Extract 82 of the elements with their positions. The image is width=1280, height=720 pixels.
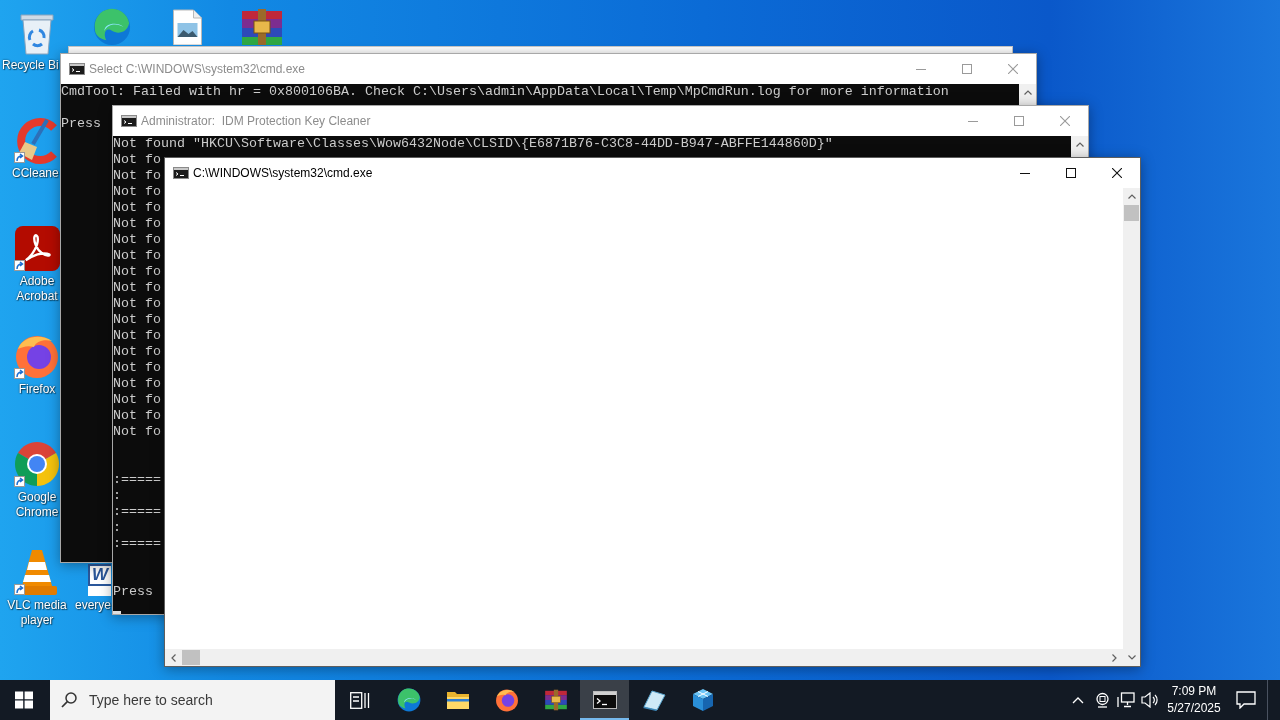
console-line: Not fo bbox=[113, 344, 161, 359]
windows-logo-icon bbox=[15, 691, 33, 709]
window-title: C:\WINDOWS\system32\cmd.exe bbox=[193, 166, 374, 180]
search-icon bbox=[61, 692, 77, 708]
console-icon bbox=[69, 63, 85, 75]
console-icon bbox=[121, 115, 137, 127]
clock-date[interactable]: 5/27/2025 bbox=[1167, 700, 1221, 717]
segmented-circle-icon[interactable] bbox=[13, 440, 61, 488]
console-line: Not fo bbox=[113, 376, 161, 391]
desktop-icon-label[interactable]: Recycle Bi bbox=[2, 58, 59, 73]
desktop-icon-label[interactable]: CCleane bbox=[12, 166, 59, 181]
scroll-up-icon[interactable] bbox=[1127, 194, 1136, 199]
window-title: Select C:\WINDOWS\system32\cmd.exe bbox=[89, 62, 307, 76]
webcam-icon[interactable] bbox=[1094, 692, 1110, 708]
close-icon bbox=[1008, 64, 1018, 74]
vertical-scrollbar[interactable] bbox=[1123, 188, 1140, 666]
scroll-down-icon[interactable] bbox=[1127, 655, 1136, 660]
chevron-up-icon[interactable] bbox=[1072, 696, 1084, 704]
books-archive-icon bbox=[542, 689, 569, 711]
console-line: Not fo bbox=[113, 152, 161, 167]
desktop-icon-label[interactable]: everye bbox=[75, 598, 112, 613]
console-line: Not fo bbox=[113, 296, 161, 311]
console-line: Not fo bbox=[113, 264, 161, 279]
console-line: Not fo bbox=[113, 392, 161, 407]
console-line: Not fo bbox=[113, 328, 161, 343]
maximize-icon bbox=[1014, 116, 1024, 126]
console-icon bbox=[173, 167, 189, 179]
minimize-icon bbox=[916, 68, 926, 70]
network-icon[interactable] bbox=[1117, 692, 1135, 708]
console-line: Not fo bbox=[113, 168, 161, 183]
console-line: : bbox=[113, 520, 121, 535]
console-line: Press bbox=[61, 116, 101, 131]
console-line: Not fo bbox=[113, 216, 161, 231]
console-line: Not fo bbox=[113, 248, 161, 263]
cube-icon bbox=[691, 688, 714, 712]
console-line: Not fo bbox=[113, 200, 161, 215]
close-icon bbox=[1112, 168, 1122, 178]
desktop-icon-label[interactable]: Google Chrome bbox=[15, 490, 59, 520]
image-file-icon[interactable] bbox=[171, 9, 203, 45]
console-line: :===== bbox=[113, 472, 161, 487]
terminal-icon bbox=[592, 691, 617, 709]
console-line: Not found "HKCU\Software\Classes\Wow6432Node\CLSID\{E6871B76-C3C8-44DD-B947-ABFFE144860D}" bbox=[113, 136, 833, 151]
maximize-icon bbox=[962, 64, 972, 74]
console-line: Press bbox=[113, 584, 153, 599]
speaker-icon[interactable] bbox=[1141, 692, 1159, 708]
horizontal-scrollbar[interactable] bbox=[165, 649, 1123, 666]
disc-ring-icon bbox=[494, 688, 519, 712]
scroll-up-icon[interactable] bbox=[1023, 90, 1032, 95]
scrollbar-thumb[interactable] bbox=[1124, 205, 1139, 221]
tilted-sheet-icon bbox=[641, 689, 666, 711]
desktop-icon-label[interactable]: Firefox bbox=[18, 382, 56, 397]
console-line: :===== bbox=[113, 536, 161, 551]
console-line: : bbox=[113, 488, 121, 503]
console-line: Not fo bbox=[113, 232, 161, 247]
console-line: CmdTool: Failed with hr = 0x800106BA. Check C:\Users\admin\AppData\Local\Temp\MpCmdRun.log for more information bbox=[61, 84, 949, 99]
console-line: Not fo bbox=[113, 408, 161, 423]
console-line: Not fo bbox=[113, 424, 161, 439]
folder-icon bbox=[445, 690, 470, 710]
scroll-right-icon[interactable] bbox=[1112, 653, 1117, 662]
task-view-icon bbox=[349, 691, 370, 709]
pdf-icon[interactable] bbox=[14, 225, 60, 271]
minimize-icon bbox=[1020, 172, 1030, 174]
console-line: Not fo bbox=[113, 360, 161, 375]
console-line: :===== bbox=[113, 504, 161, 519]
minimize-icon bbox=[968, 120, 978, 122]
window-title: Administrator: IDM Protection Key Cleaner bbox=[141, 114, 372, 128]
maximize-icon bbox=[1066, 168, 1076, 178]
disc-ring-icon[interactable] bbox=[14, 333, 60, 379]
search-field[interactable]: Type here to search bbox=[50, 680, 335, 720]
swirl-logo-icon bbox=[396, 688, 421, 712]
scroll-up-icon[interactable] bbox=[1075, 142, 1084, 147]
desktop-icon-label[interactable]: Adobe Acrobat bbox=[16, 274, 58, 304]
close-icon bbox=[1060, 116, 1070, 126]
speech-bubble-icon bbox=[1236, 691, 1256, 709]
scrollbar-thumb[interactable] bbox=[182, 650, 200, 665]
console-line: Not fo bbox=[113, 184, 161, 199]
taskbar-button[interactable] bbox=[580, 680, 629, 720]
scroll-left-icon[interactable] bbox=[171, 653, 176, 662]
console-line: Not fo bbox=[113, 312, 161, 327]
console-line: Not fo bbox=[113, 280, 161, 295]
clock-time[interactable]: 7:09 PM bbox=[1171, 683, 1217, 700]
desktop-icon-label[interactable]: VLC media player bbox=[1, 598, 73, 628]
